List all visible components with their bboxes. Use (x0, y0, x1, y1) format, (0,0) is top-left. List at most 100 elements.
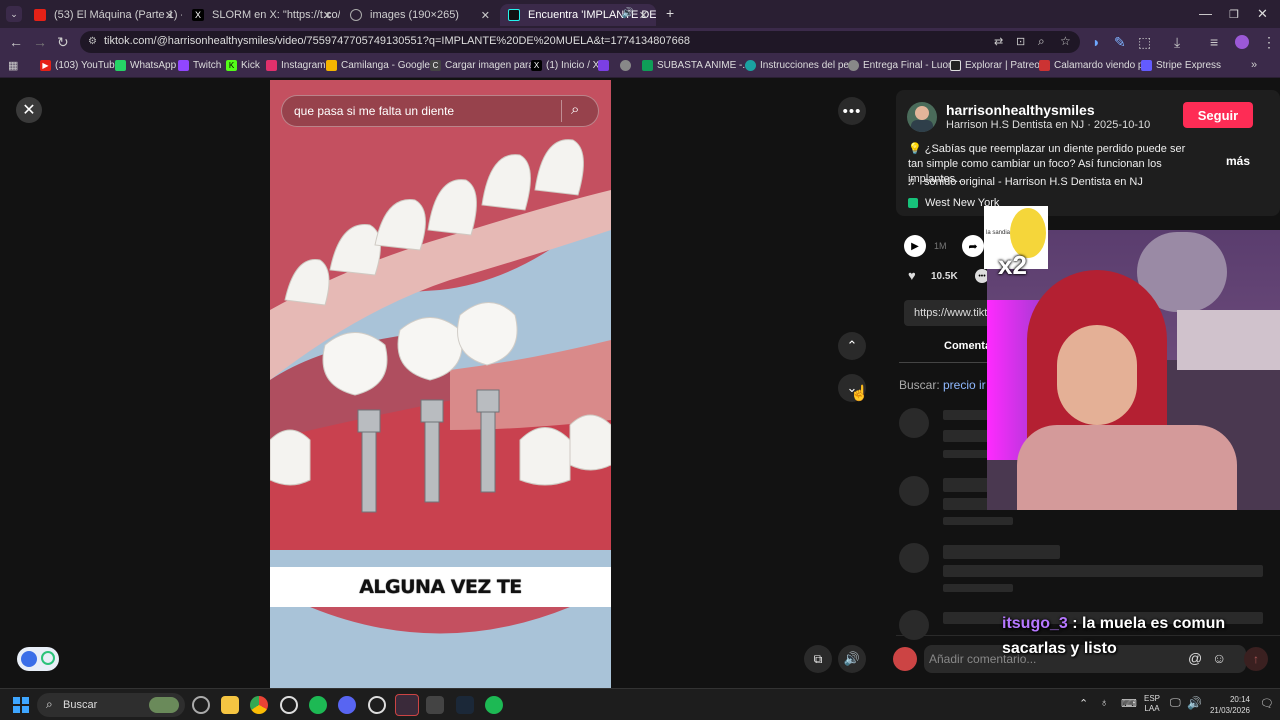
previous-video-button[interactable]: ⌃ (838, 332, 866, 360)
search-highlight-icon (149, 697, 179, 713)
bookmark-item[interactable]: C Cargar imagen para... (430, 60, 542, 71)
tab-list-icon[interactable]: ⌄ (6, 6, 22, 22)
search-suggestion[interactable]: precio ir (943, 378, 986, 392)
search-icon: ⌕ (46, 697, 53, 711)
notification-icon[interactable]: 🗨 (1260, 697, 1274, 710)
x-icon: X (531, 60, 542, 71)
play-icon[interactable]: ▶ (904, 235, 926, 257)
google-drive-icon (326, 60, 337, 71)
tab-title: (53) El Máquina (Parte 1) - YouT (54, 9, 182, 21)
more-link[interactable]: más (1226, 154, 1250, 168)
bookmark-star-icon[interactable]: ☆ (1060, 34, 1071, 48)
sound-name[interactable]: sonido original - Harrison H.S Dentista … (924, 176, 1143, 188)
app-gear-icon[interactable] (368, 696, 386, 714)
steam-icon[interactable] (456, 696, 474, 714)
app-cat-icon[interactable] (426, 696, 444, 714)
speaker-icon[interactable]: 🔊 (622, 8, 634, 19)
bookmark-item[interactable]: Stripe Express (1141, 60, 1221, 71)
file-explorer-icon[interactable] (221, 696, 239, 714)
new-tab-button[interactable]: + (666, 5, 674, 21)
extension-translate-icon[interactable]: ✎ (1114, 34, 1126, 51)
network-icon[interactable]: 🖵 (1170, 697, 1181, 710)
volume-icon[interactable]: 🔊 (838, 645, 866, 673)
follow-button[interactable]: Seguir (1183, 102, 1253, 128)
close-tab-icon[interactable]: ✕ (481, 9, 490, 22)
tab-tiktok[interactable]: Encuentra 'IMPLANTE DE M 🔊 ✕ (500, 4, 656, 26)
translate-icon[interactable]: ⇄ (994, 35, 1003, 48)
settings-icon[interactable] (280, 696, 298, 714)
more-options-icon[interactable]: ••• (838, 97, 866, 125)
bookmark-item[interactable]: SUBASTA ANIME -... (642, 60, 751, 71)
forward-icon[interactable]: → (33, 34, 47, 50)
patreon-icon (950, 60, 961, 71)
user-avatar[interactable] (893, 647, 917, 671)
bookmark-item[interactable]: Instrucciones del pe... (745, 60, 857, 71)
tab-search-icon[interactable]: ≡ (1210, 34, 1218, 50)
tab-title: images (190×265) (370, 9, 459, 21)
zoom-icon[interactable]: ⌕ (1038, 34, 1045, 49)
bookmark-item[interactable]: Entrega Final - Luon... (848, 60, 962, 71)
volume-icon[interactable]: 🔊 (1187, 696, 1202, 710)
close-tab-icon[interactable]: ✕ (165, 9, 174, 22)
extension-blue-icon[interactable]: ◗ (1092, 34, 1100, 50)
extensions-icon[interactable]: ⬚ (1138, 34, 1151, 51)
tab-youtube[interactable]: (53) El Máquina (Parte 1) - YouT ✕ (26, 4, 182, 26)
tab-x[interactable]: X SLORM en X: "https://t.co/alK2i ✕ (184, 4, 340, 26)
username[interactable]: harrisonhealthysmiles (946, 102, 1095, 118)
search-icon[interactable]: ⌕ (571, 101, 579, 118)
menu-icon[interactable]: ⋮ (1262, 34, 1276, 51)
close-window-icon[interactable]: ✕ (1257, 6, 1268, 22)
close-video-button[interactable]: ✕ (16, 97, 42, 123)
close-tab-icon[interactable]: ✕ (323, 9, 332, 22)
taskbar-app-icon[interactable] (192, 696, 210, 714)
app-green-icon[interactable] (309, 696, 327, 714)
address-bar[interactable]: ⚙ tiktok.com/@harrisonhealthysmiles/vide… (80, 31, 1080, 53)
language-indicator[interactable]: ESP LAA (1144, 694, 1160, 714)
teal-app-icon (745, 60, 756, 71)
close-tab-icon[interactable]: ✕ (639, 9, 648, 22)
spotify-icon[interactable] (485, 696, 503, 714)
bookmark-item[interactable]: Instagram (266, 60, 325, 71)
bookmark-item[interactable]: Calamardo viendo p... (1039, 60, 1152, 71)
extension-widget[interactable] (17, 647, 59, 671)
bookmark-item[interactable]: ▶ (103) YouTube (40, 60, 120, 71)
reload-icon[interactable]: ↻ (57, 34, 69, 51)
keyboard-icon[interactable]: ⌨ (1121, 697, 1137, 710)
miniplayer-icon[interactable]: ⧉ (804, 645, 832, 673)
tab-comments[interactable]: Comenta (944, 340, 991, 352)
bookmark-item[interactable] (598, 60, 613, 71)
obs-icon[interactable] (395, 694, 419, 716)
emote-multiplier: x2 (998, 250, 1027, 280)
more-bookmarks-icon[interactable]: » (1251, 59, 1257, 71)
share-icon[interactable]: ➦ (962, 235, 984, 257)
bookmark-item[interactable]: K Kick (226, 60, 260, 71)
bookmark-item[interactable]: WhatsApp (115, 60, 176, 71)
tray-expand-icon[interactable]: ⌃ (1079, 697, 1088, 710)
windows-start-icon[interactable] (13, 697, 29, 713)
install-icon[interactable]: ⊡ (1016, 35, 1025, 48)
bookmark-item[interactable]: X (1) Inicio / X (531, 60, 599, 71)
chrome-icon[interactable] (250, 696, 268, 714)
back-icon[interactable]: ← (9, 34, 23, 50)
restore-icon[interactable]: ❐ (1229, 8, 1239, 21)
microphone-icon[interactable]: ♁ (1100, 697, 1108, 709)
bookmark-item[interactable]: Twitch (178, 60, 221, 71)
tab-images[interactable]: images (190×265) ✕ (342, 4, 498, 26)
tab-title: SLORM en X: "https://t.co/alK2i (212, 9, 340, 21)
profile-avatar-icon[interactable] (1235, 35, 1249, 49)
avatar[interactable] (907, 102, 937, 132)
download-icon[interactable]: ⤓ (1174, 34, 1180, 51)
video-player[interactable]: que pasa si me falta un diente ⌕ ALGUNA … (270, 80, 611, 688)
bookmark-item[interactable]: Camilanga - Google... (326, 60, 438, 71)
clock[interactable]: 20:14 21/03/2026 (1208, 694, 1250, 716)
bookmark-item[interactable] (620, 60, 635, 71)
apps-grid-icon[interactable]: ▦ (8, 59, 18, 72)
minimize-icon[interactable]: — (1199, 6, 1212, 21)
bookmark-item[interactable]: Explorar | Patreon (950, 60, 1045, 71)
discord-icon[interactable] (338, 696, 356, 714)
heart-icon[interactable]: ♥ (908, 268, 916, 283)
taskbar-search[interactable]: ⌕ Buscar (37, 693, 185, 717)
video-search-bar[interactable]: que pasa si me falta un diente ⌕ (281, 95, 599, 127)
site-info-icon[interactable]: ⚙ (88, 36, 97, 47)
emote-overlay: la sandia x2 (984, 206, 1048, 280)
